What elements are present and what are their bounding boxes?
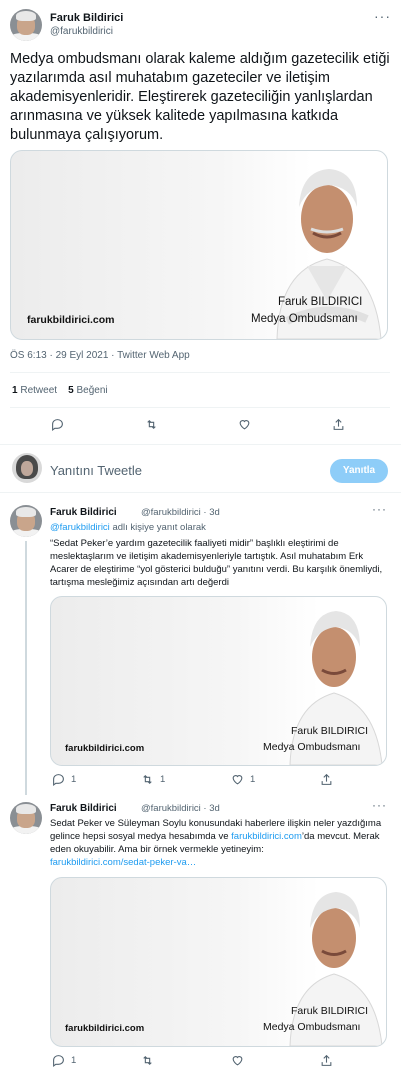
card-caption-title: Medya Ombudsmanı	[251, 313, 358, 325]
divider	[0, 492, 401, 493]
viewer-avatar[interactable]	[12, 453, 42, 483]
tweet-text: “Sedat Peker’e yardım gazetecilik faaliy…	[50, 538, 383, 588]
card-caption-name: Faruk BILDIRICI	[291, 725, 369, 737]
tweet-text: Sedat Peker ve Süleyman Soylu konusundak…	[50, 818, 382, 868]
tweet-text: Medya ombudsmanı olarak kaleme aldığım g…	[10, 51, 390, 143]
link-card[interactable]: farukbildirici.com Faruk BILDIRICI Medya…	[10, 150, 388, 340]
reply-to-link[interactable]: @farukbildirici	[50, 522, 110, 533]
card-site: farukbildirici.com	[27, 314, 115, 326]
divider	[0, 444, 401, 445]
card-site: farukbildirici.com	[65, 1023, 145, 1034]
author-name[interactable]: Faruk Bildirici	[50, 507, 117, 518]
url-link[interactable]: farukbildirici.com/sedat-peker-va…	[50, 857, 196, 868]
share-icon[interactable]	[320, 773, 333, 786]
author-avatar[interactable]	[10, 9, 42, 41]
inline-link[interactable]: farukbildirici.com	[231, 831, 302, 842]
more-icon[interactable]: ···	[372, 798, 387, 812]
card-caption-title: Medya Ombudsmanı	[263, 741, 361, 753]
author-handle[interactable]: @farukbildirici	[50, 26, 113, 37]
divider	[10, 407, 390, 408]
thread-line	[25, 541, 27, 795]
author-avatar[interactable]	[10, 802, 42, 834]
link-card[interactable]: farukbildirici.com Faruk BILDIRICI Medya…	[50, 596, 387, 766]
author-handle[interactable]: @farukbildirici · 3d	[141, 507, 220, 518]
portrait-photo	[276, 169, 382, 339]
tweet-meta[interactable]: ÖS 6:13 · 29 Eyl 2021 · Twitter Web App	[10, 350, 190, 361]
reply-icon[interactable]	[51, 418, 64, 431]
like-stat[interactable]: 5 Beğeni	[68, 385, 107, 396]
author-name[interactable]: Faruk Bildirici	[50, 803, 117, 814]
more-icon[interactable]: ···	[372, 502, 387, 516]
like-icon[interactable]	[231, 1054, 244, 1067]
reply-count: 1	[71, 1055, 77, 1066]
reply-button[interactable]: Yanıtla	[330, 459, 388, 483]
more-icon[interactable]: ···	[374, 8, 391, 24]
reply-icon[interactable]: 1	[52, 1054, 76, 1067]
reply-count: 1	[71, 774, 77, 785]
retweet-icon[interactable]	[141, 1054, 154, 1067]
author-handle[interactable]: @farukbildirici · 3d	[141, 803, 220, 814]
reply-context: @farukbildirici adlı kişiye yanıt olarak	[50, 522, 206, 533]
reply-input[interactable]: Yanıtını Tweetle	[50, 463, 142, 478]
link-card[interactable]: farukbildirici.com Faruk BILDIRICI Medya…	[50, 877, 387, 1047]
engagement-stats: 1 Retweet 5 Beğeni	[12, 385, 108, 396]
share-icon[interactable]	[320, 1054, 333, 1067]
retweet-stat[interactable]: 1 Retweet	[12, 385, 57, 396]
retweet-icon[interactable]: 1	[141, 773, 165, 786]
card-caption-title: Medya Ombudsmanı	[263, 1021, 361, 1033]
author-name[interactable]: Faruk Bildirici	[50, 12, 123, 24]
card-caption-name: Faruk BILDIRICI	[278, 296, 363, 308]
like-icon[interactable]: 1	[231, 773, 255, 786]
card-site: farukbildirici.com	[65, 743, 145, 754]
retweet-icon[interactable]	[145, 418, 158, 431]
like-count: 1	[250, 774, 256, 785]
retweet-count: 1	[160, 774, 166, 785]
share-icon[interactable]	[332, 418, 345, 431]
reply-icon[interactable]: 1	[52, 773, 76, 786]
author-avatar[interactable]	[10, 505, 42, 537]
portrait-photo	[289, 611, 383, 765]
card-caption-name: Faruk BILDIRICI	[291, 1005, 369, 1017]
divider	[10, 372, 390, 373]
like-icon[interactable]	[238, 418, 251, 431]
